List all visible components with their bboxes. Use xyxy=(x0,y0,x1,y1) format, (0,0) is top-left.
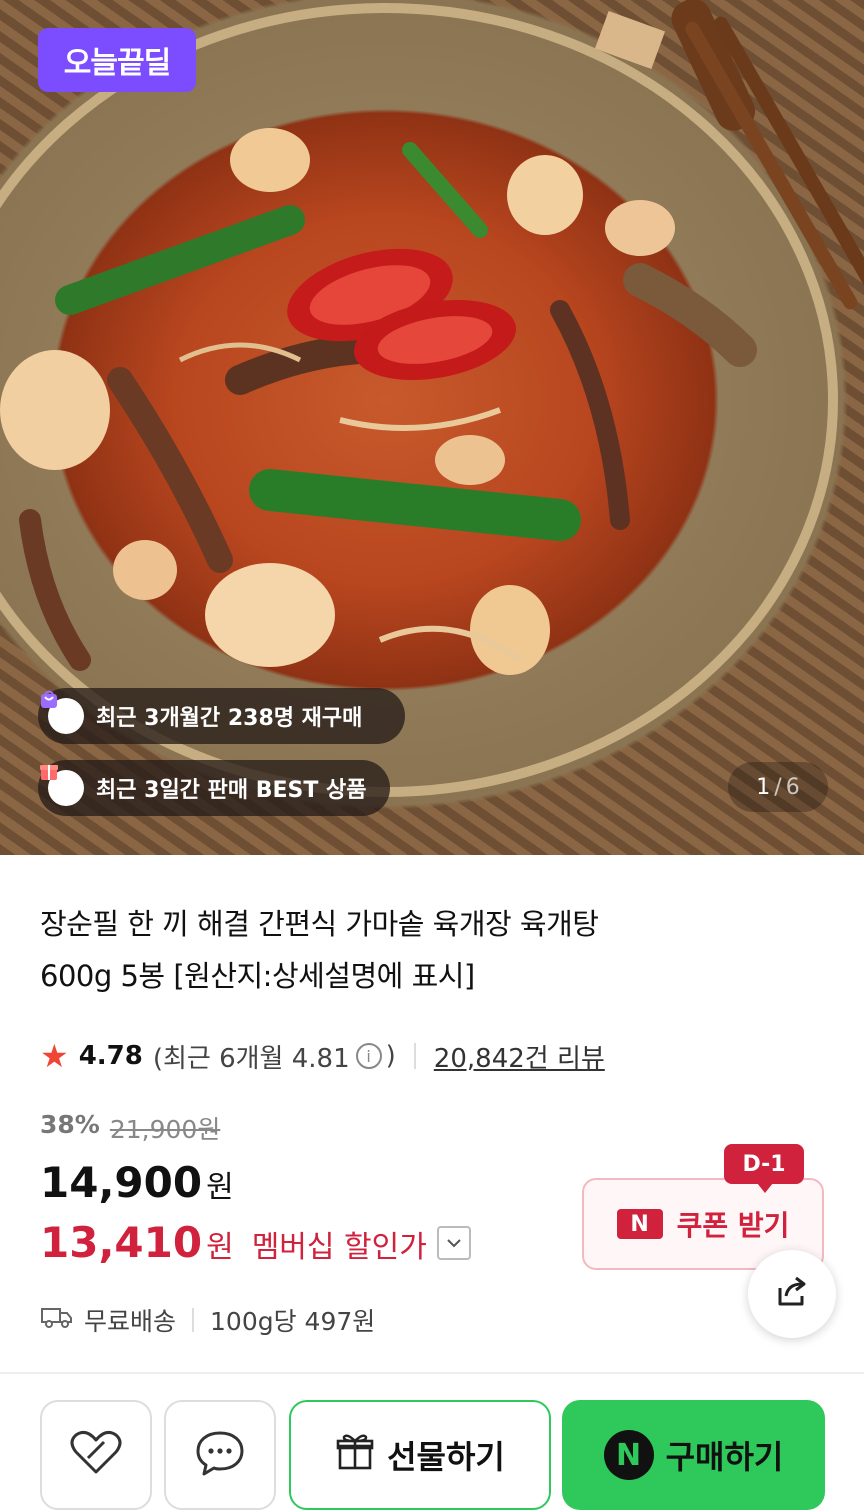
rating-score: 4.78 xyxy=(78,1041,143,1071)
shopping-bag-icon xyxy=(41,690,84,734)
divider xyxy=(192,1308,195,1332)
repurchase-badge: 최근 3개월간 238명 재구매 xyxy=(38,688,405,744)
image-counter: 1 / 6 xyxy=(728,762,828,812)
product-title: 장순필 한 끼 해결 간편식 가마솥 육개장 육개탕 600g 5봉 [원산지:… xyxy=(40,898,800,1002)
gift-label: 선물하기 xyxy=(387,1438,505,1476)
unit-price-text: 100g당 497원 xyxy=(210,1307,376,1336)
wishlist-button[interactable] xyxy=(40,1400,152,1510)
original-price: 21,900원 xyxy=(109,1115,221,1144)
gift-icon xyxy=(335,1431,375,1479)
discount-percent: 38% xyxy=(40,1110,100,1139)
coupon-label: 쿠폰 받기 xyxy=(676,1209,790,1242)
buy-label: 구매하기 xyxy=(665,1438,784,1476)
membership-price-unit: 원 xyxy=(206,1230,234,1265)
recent-rating: (최근 6개월 4.81 i ) xyxy=(153,1038,396,1075)
image-total: 6 xyxy=(785,774,800,800)
naver-pay-icon: N xyxy=(616,1209,663,1239)
sale-price-amount: 14,900 xyxy=(40,1158,203,1207)
rating-row: ★ 4.78 (최근 6개월 4.81 i ) 20,842건 리뷰 xyxy=(40,1034,605,1078)
product-image[interactable]: 오늘끝딜 최근 3개월간 238명 재구매 최근 3일간 판매 BEST 상품 … xyxy=(0,0,864,855)
gift-button[interactable]: 선물하기 xyxy=(289,1400,551,1510)
section-divider xyxy=(0,1372,864,1374)
best-seller-badge: 최근 3일간 판매 BEST 상품 xyxy=(38,760,390,816)
membership-price-label: 멤버십 할인가 xyxy=(251,1230,427,1265)
divider xyxy=(413,1043,416,1069)
delivery-row: 무료배송 100g당 497원 xyxy=(40,1302,375,1338)
today-deal-badge: 오늘끝딜 xyxy=(38,28,196,92)
info-icon[interactable]: i xyxy=(355,1043,382,1069)
discount-row: 38% 21,900원 xyxy=(40,1110,220,1146)
shipping-text: 무료배송 xyxy=(84,1307,177,1336)
product-title-line1: 장순필 한 끼 해결 간편식 가마솥 육개장 육개탕 xyxy=(40,907,599,941)
image-separator: / xyxy=(774,774,782,800)
chat-bubble-icon xyxy=(192,1427,248,1483)
membership-price-amount: 13,410 xyxy=(40,1218,203,1267)
star-icon: ★ xyxy=(40,1037,69,1075)
membership-price: 13,410 원 멤버십 할인가 xyxy=(40,1218,471,1267)
image-index: 1 xyxy=(756,774,771,800)
chevron-down-icon[interactable] xyxy=(436,1225,471,1260)
recent-rating-close: ) xyxy=(385,1041,396,1071)
review-count-link[interactable]: 20,842건 리뷰 xyxy=(434,1038,605,1075)
share-icon xyxy=(772,1272,812,1316)
sale-price: 14,900 원 xyxy=(40,1158,234,1207)
heart-icon xyxy=(66,1428,126,1482)
dday-badge: D-1 xyxy=(724,1144,804,1193)
recent-rating-text: (최근 6개월 4.81 xyxy=(152,1043,350,1074)
sale-price-unit: 원 xyxy=(206,1170,234,1205)
product-title-line2: 600g 5봉 [원산지:상세설명에 표시] xyxy=(40,959,475,993)
talk-button[interactable] xyxy=(164,1400,276,1510)
naver-pay-icon: N xyxy=(603,1430,654,1480)
truck-icon xyxy=(40,1305,74,1335)
repurchase-text: 최근 3개월간 238명 재구매 xyxy=(96,706,363,731)
gift-box-icon xyxy=(40,765,84,806)
share-button[interactable] xyxy=(748,1250,836,1338)
best-seller-text: 최근 3일간 판매 BEST 상품 xyxy=(96,778,367,803)
buy-button[interactable]: N 구매하기 xyxy=(562,1400,825,1510)
